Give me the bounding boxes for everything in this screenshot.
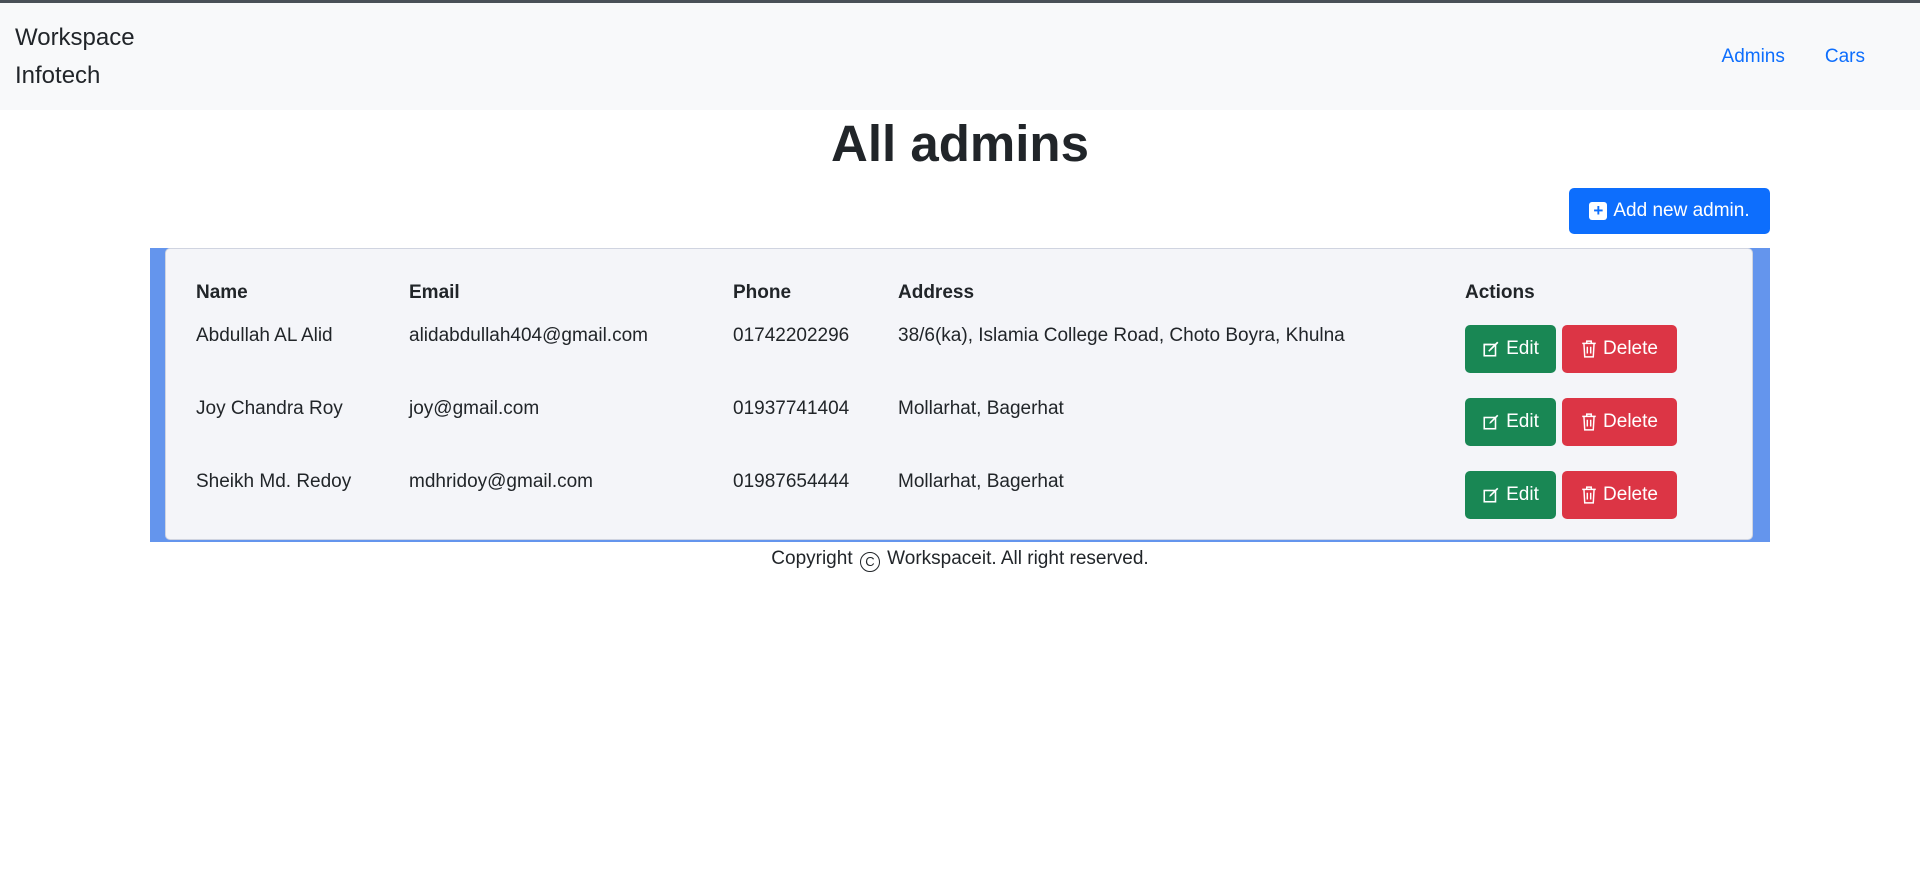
header-phone: Phone (733, 282, 792, 303)
copyright-icon: C (859, 552, 880, 572)
admins-table: Name Email Phone Address Actions Abdulla… (196, 279, 1736, 538)
cell-actions: Edit Delete (1465, 319, 1736, 392)
cell-address: Mollarhat, Bagerhat (898, 398, 1064, 419)
delete-button[interactable]: Delete (1562, 398, 1677, 446)
cell-email: joy@gmail.com (409, 398, 540, 419)
cell-name: Abdullah AL Alid (196, 325, 333, 346)
edit-icon (1483, 341, 1499, 357)
admins-card-accent: Name Email Phone Address Actions Abdulla… (150, 248, 1770, 542)
add-new-admin-button[interactable]: + Add new admin. (1569, 188, 1770, 234)
cell-phone: 01987654444 (733, 471, 850, 492)
cell-name: Sheikh Md. Redoy (196, 471, 352, 492)
trash-icon (1582, 413, 1596, 431)
header-email: Email (409, 282, 460, 303)
header-address: Address (898, 282, 975, 303)
delete-label: Delete (1603, 411, 1658, 432)
edit-button[interactable]: Edit (1465, 398, 1556, 446)
delete-button[interactable]: Delete (1562, 325, 1677, 373)
page-title: All admins (831, 115, 1089, 172)
footer: Copyright C Workspaceit. All right reser… (0, 545, 1920, 573)
edit-label: Edit (1506, 338, 1539, 359)
edit-icon (1483, 414, 1499, 430)
plus-square-icon: + (1589, 202, 1608, 220)
delete-label: Delete (1603, 338, 1658, 359)
cell-address: Mollarhat, Bagerhat (898, 471, 1064, 492)
edit-icon (1483, 487, 1499, 503)
table-row: Joy Chandra Roy joy@gmail.com 0193774140… (196, 392, 1736, 465)
cell-phone: 01742202296 (733, 325, 850, 346)
nav-link-admins[interactable]: Admins (1702, 38, 1805, 76)
edit-label: Edit (1506, 411, 1539, 432)
brand-logo-text[interactable]: Workspace Infotech (15, 19, 175, 95)
admins-card: Name Email Phone Address Actions Abdulla… (165, 248, 1753, 540)
edit-button[interactable]: Edit (1465, 325, 1556, 373)
cell-address: 38/6(ka), Islamia College Road, Choto Bo… (898, 325, 1345, 346)
header-name: Name (196, 282, 248, 303)
cell-email: alidabdullah404@gmail.com (409, 325, 648, 346)
toolbar: + Add new admin. (0, 176, 1920, 243)
trash-icon (1582, 340, 1596, 358)
table-header-row: Name Email Phone Address Actions (196, 279, 1736, 319)
add-new-admin-label: Add new admin. (1613, 200, 1750, 221)
cell-actions: Edit Delete (1465, 392, 1736, 465)
cell-name: Joy Chandra Roy (196, 398, 343, 419)
footer-copyright-word: Copyright (771, 548, 853, 569)
cell-email: mdhridoy@gmail.com (409, 471, 594, 492)
trash-icon (1582, 486, 1596, 504)
table-row: Sheikh Md. Redoy mdhridoy@gmail.com 0198… (196, 465, 1736, 538)
cell-actions: Edit Delete (1465, 465, 1736, 538)
edit-label: Edit (1506, 484, 1539, 505)
nav-links: Admins Cars (1702, 38, 1885, 76)
edit-button[interactable]: Edit (1465, 471, 1556, 519)
header-actions: Actions (1465, 282, 1535, 303)
footer-text: Workspaceit. All right reserved. (887, 548, 1149, 569)
cell-phone: 01937741404 (733, 398, 850, 419)
delete-button[interactable]: Delete (1562, 471, 1677, 519)
delete-label: Delete (1603, 484, 1658, 505)
navbar: Workspace Infotech Admins Cars (0, 3, 1920, 110)
table-row: Abdullah AL Alid alidabdullah404@gmail.c… (196, 319, 1736, 392)
nav-link-cars[interactable]: Cars (1805, 38, 1885, 76)
